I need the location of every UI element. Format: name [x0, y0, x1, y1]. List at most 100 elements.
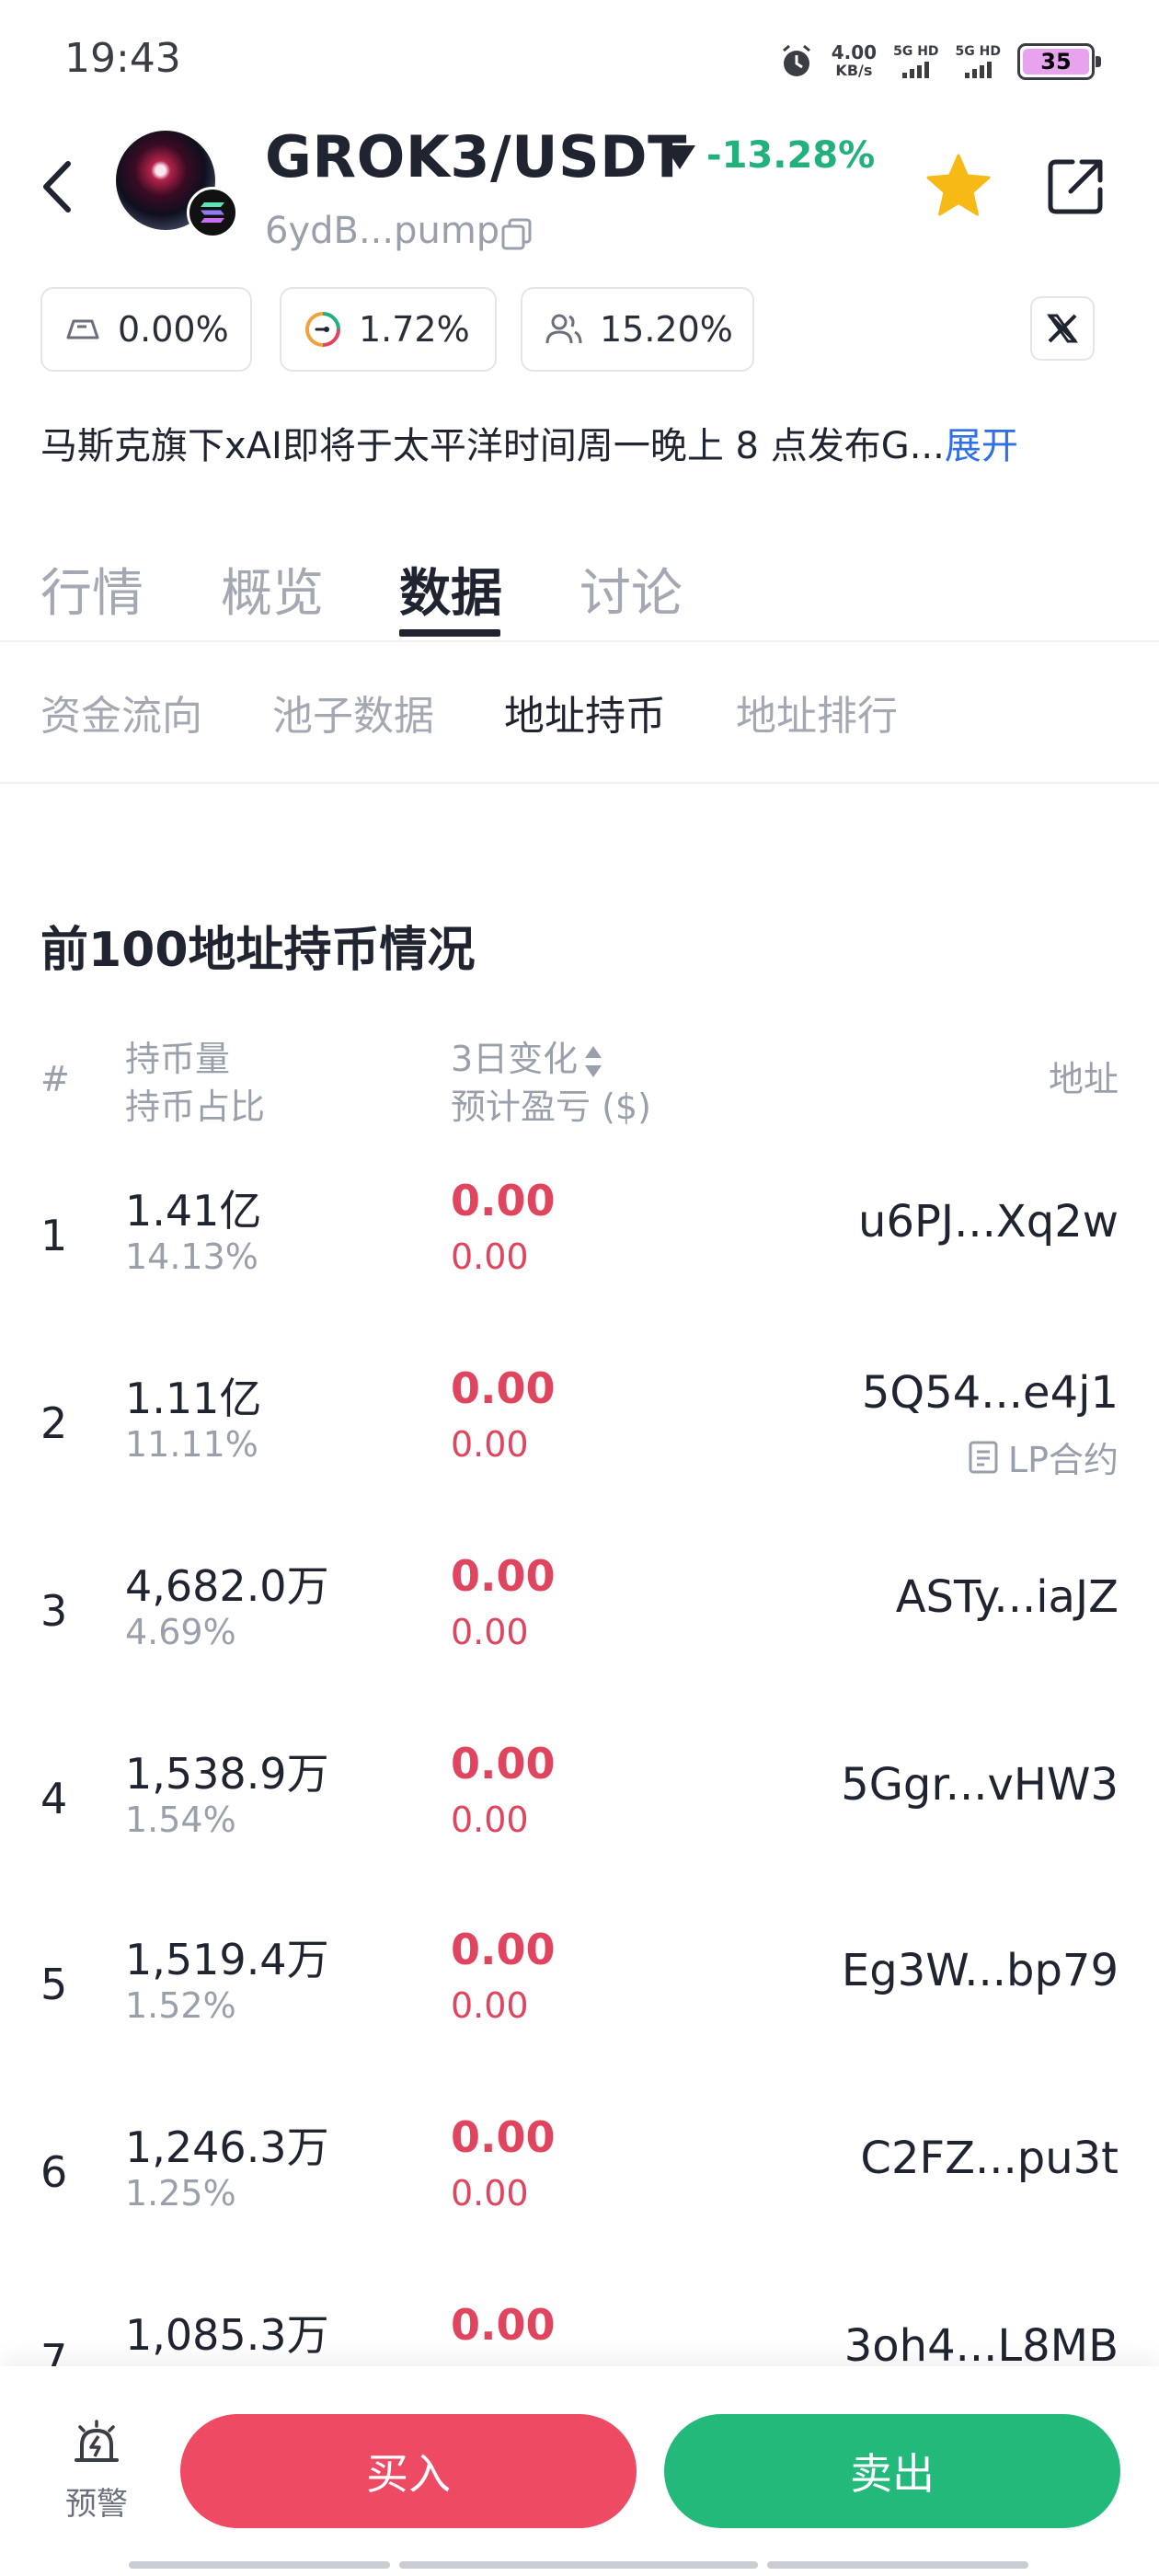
back-icon [43, 161, 71, 213]
row-share: 14.13% [125, 1236, 258, 1277]
nav-gesture-bar [767, 2561, 1028, 2569]
row-rank: 5 [40, 1960, 68, 2009]
sim2-label: 5G HD [955, 44, 1001, 59]
subtab-fund-flow[interactable]: 资金流向 [40, 683, 202, 742]
tab-data[interactable]: 数据 [399, 552, 502, 627]
row-amount: 1,085.3万 [125, 2310, 329, 2360]
column-change-sort[interactable]: 3日变化 [451, 1034, 603, 1084]
row-address[interactable]: 5Q54...e4j1 [862, 1367, 1119, 1419]
sim2-signal-bars-icon [956, 62, 1001, 78]
metric-chip-top10[interactable]: 0.00% [40, 287, 252, 372]
sort-icon [585, 1045, 602, 1077]
alert-button[interactable]: 预警 [55, 2418, 138, 2524]
star-icon[interactable] [924, 153, 993, 219]
back-button[interactable] [37, 155, 83, 219]
contract-address: 6ydB...pump [265, 210, 500, 252]
row-change: 0.00 [451, 1739, 556, 1788]
metric-chip-holders[interactable]: 15.20% [521, 287, 754, 372]
row-change: 0.00 [451, 2112, 556, 2162]
sim2-signal: 5G HD [956, 45, 1001, 78]
speed-value: 4.00 [831, 41, 878, 63]
row-change: 0.00 [451, 1551, 556, 1601]
table-row[interactable]: 3 4,682.0万 4.69% 0.00 0.00 ASTy...iaJZ [0, 1529, 1159, 1717]
copy-icon[interactable] [500, 217, 534, 250]
pair-title[interactable]: GROK3/USDT [265, 123, 687, 190]
row-rank: 6 [40, 2147, 68, 2197]
subtab-address-ranking[interactable]: 地址排行 [736, 683, 898, 742]
alert-label: 预警 [65, 2486, 128, 2523]
sub-tabs: 资金流向 池子数据 地址持币 地址排行 [0, 644, 1159, 784]
subtab-pool-data[interactable]: 池子数据 [272, 683, 434, 742]
row-amount: 1,519.4万 [125, 1935, 329, 1984]
status-time: 19:43 [64, 35, 181, 82]
alarm-icon [782, 44, 810, 76]
status-icons: 4.00 KB/s 5G HD 5G HD 35 [778, 39, 1101, 85]
row-share: 1.54% [125, 1800, 236, 1840]
table-row[interactable]: 6 1,246.3万 1.25% 0.00 0.00 C2FZ...pu3t [0, 2090, 1159, 2278]
holders-icon [545, 314, 582, 344]
speed-unit: KB/s [835, 62, 873, 79]
metric-value: 1.72% [359, 309, 470, 350]
column-pnl: 预计盈亏 ($) [451, 1087, 651, 1127]
metric-chip-gauge[interactable]: 1.72% [280, 287, 497, 372]
tab-market[interactable]: 行情 [40, 552, 143, 627]
sim1-signal-bars-icon [893, 62, 938, 78]
table-row[interactable]: 4 1,538.9万 1.54% 0.00 0.00 5Ggr...vHW3 [0, 1717, 1159, 1904]
column-share: 持币占比 [125, 1087, 266, 1127]
gauge-icon [304, 312, 340, 347]
row-address[interactable]: u6PJ...Xq2w [858, 1196, 1119, 1248]
lp-contract-tag: LP合约 [968, 1432, 1119, 1482]
column-address: 地址 [1048, 1059, 1119, 1099]
lp-tag-label: LP合约 [1007, 1440, 1119, 1480]
section-title: 前100地址持币情况 [40, 923, 476, 978]
table-row[interactable]: 5 1,519.4万 1.52% 0.00 0.00 Eg3W...bp79 [0, 1903, 1159, 2090]
row-address[interactable]: ASTy...iaJZ [896, 1571, 1119, 1623]
x-icon [1047, 314, 1078, 343]
row-pnl: 0.00 [451, 1800, 529, 1840]
expand-link[interactable]: 展开 [945, 425, 1018, 467]
alarm-bell-icon [75, 2420, 119, 2462]
row-address[interactable]: 3oh4...L8MB [844, 2320, 1119, 2372]
row-address[interactable]: 5Ggr...vHW3 [841, 1759, 1119, 1811]
status-bar: 19:43 4.00 KB/s 5G HD 5G HD 35 [0, 0, 1159, 120]
share-icon[interactable] [1045, 155, 1107, 217]
caret-down-icon[interactable] [664, 145, 695, 169]
row-address[interactable]: Eg3W...bp79 [842, 1945, 1119, 1996]
battery-icon: 35 [1017, 43, 1101, 80]
description-text: 马斯克旗下xAI即将于太平洋时间周一晚上 8 点发布G... [40, 425, 945, 467]
row-change: 0.00 [451, 2300, 556, 2350]
row-change: 0.00 [451, 1176, 556, 1225]
row-pnl: 0.00 [451, 1612, 529, 1652]
network-speed: 4.00 KB/s [832, 43, 877, 80]
x-social-button[interactable] [1030, 296, 1095, 361]
row-address[interactable]: C2FZ...pu3t [860, 2133, 1119, 2184]
subtab-address-holdings[interactable]: 地址持币 [504, 683, 666, 742]
buy-button[interactable]: 买入 [180, 2414, 637, 2528]
tab-discussion[interactable]: 讨论 [580, 552, 683, 627]
battery-level: 35 [1023, 49, 1089, 75]
row-pnl: 0.00 [451, 1985, 529, 2026]
nav-gesture-bar [399, 2561, 758, 2569]
row-share: 11.11% [125, 1424, 258, 1465]
sell-button[interactable]: 卖出 [664, 2414, 1120, 2528]
row-pnl: 0.00 [451, 1236, 529, 1277]
sim1-label: 5G HD [893, 44, 939, 59]
metric-value: 15.20% [600, 309, 733, 350]
row-amount: 1.11亿 [125, 1374, 262, 1423]
row-change: 0.00 [451, 1363, 556, 1413]
table-row[interactable]: 1 1.41亿 14.13% 0.00 0.00 u6PJ...Xq2w [0, 1154, 1159, 1341]
row-pnl: 0.00 [451, 2173, 529, 2214]
row-amount: 1.41亿 [125, 1186, 262, 1236]
table-row[interactable]: 2 1.11亿 11.11% 0.00 0.00 5Q54...e4j1 LP合… [0, 1341, 1159, 1529]
nav-gesture-bar [129, 2561, 390, 2569]
solana-icon [187, 187, 238, 238]
column-change: 3日变化 [451, 1039, 579, 1079]
sim1-signal: 5G HD [893, 44, 939, 78]
token-description: 马斯克旗下xAI即将于太平洋时间周一晚上 8 点发布G...展开 [40, 416, 1018, 469]
row-rank: 4 [40, 1774, 68, 1823]
row-amount: 4,682.0万 [125, 1561, 329, 1611]
row-rank: 2 [40, 1398, 68, 1448]
metric-value: 0.00% [118, 309, 229, 350]
price-change-percent: -13.28% [706, 134, 876, 177]
tab-overview[interactable]: 概览 [221, 552, 324, 627]
